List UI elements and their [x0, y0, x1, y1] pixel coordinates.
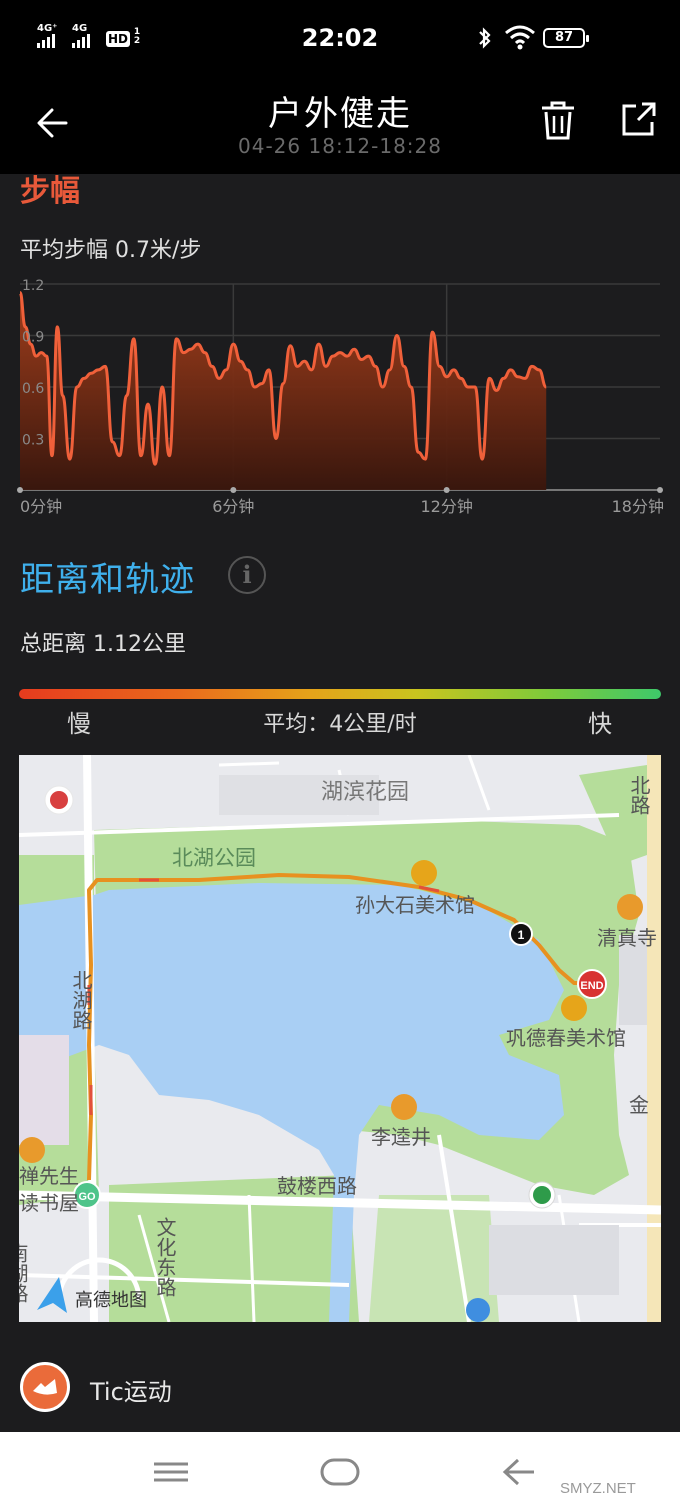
speed-fast-label: 快	[588, 710, 612, 738]
home-nav-button[interactable]	[315, 1452, 365, 1492]
share-icon	[622, 102, 656, 136]
svg-text:南湖路: 南湖路	[19, 1243, 29, 1303]
y-tick-label: 1.2	[22, 278, 44, 294]
svg-text:北湖路: 北湖路	[69, 970, 93, 1030]
map-canvas: GO 1 END 湖滨花园 北湖公园 孙大石美术馆 清真寺 巩德春美术馆 金 李…	[19, 755, 661, 1322]
trash-icon	[542, 101, 574, 140]
route-map[interactable]: GO 1 END 湖滨花园 北湖公园 孙大石美术馆 清真寺 巩德春美术馆 金 李…	[19, 755, 661, 1322]
svg-text:文化东路: 文化东路	[153, 1217, 177, 1297]
info-icon[interactable]: i	[228, 556, 266, 594]
stride-section-title: 步幅	[20, 174, 80, 209]
total-distance: 总距离 1.12公里	[20, 632, 186, 657]
speed-gradient-bar	[19, 689, 661, 699]
share-button[interactable]	[616, 98, 660, 142]
distance-section-title: 距离和轨迹	[20, 560, 195, 600]
svg-text:孙大石美术馆: 孙大石美术馆	[355, 893, 475, 917]
stride-average: 平均步幅 0.7米/步	[20, 238, 202, 263]
source-app-name: Tic运动	[90, 1378, 172, 1406]
svg-text:金: 金	[629, 1093, 649, 1117]
watermark: SMYZ.NET	[560, 1480, 636, 1497]
hospital-icon	[50, 791, 68, 809]
svg-text:1: 1	[518, 928, 525, 942]
back-nav-button[interactable]	[496, 1452, 546, 1492]
svg-text:清真寺: 清真寺	[597, 926, 657, 950]
wifi-icon	[504, 24, 536, 54]
svg-text:巩德春美术馆: 巩德春美术馆	[506, 1026, 626, 1050]
delete-button[interactable]	[536, 98, 580, 144]
stride-chart: 0.3 0.6 0.9 1.2 0分钟 6分钟 12分钟 18分钟	[17, 278, 664, 516]
bluetooth-icon	[476, 26, 494, 56]
svg-text:北路: 北路	[627, 775, 651, 815]
x-tick-mark	[230, 487, 237, 493]
y-tick-label: 0.9	[22, 330, 44, 346]
menu-icon	[154, 1462, 188, 1482]
x-tick-label: 18分钟	[612, 497, 664, 516]
y-tick-label: 0.6	[22, 381, 44, 397]
app-header: 户外健走 04-26 18:12-18:28	[0, 80, 680, 174]
x-tick-label: 12分钟	[420, 497, 472, 516]
system-nav-bar	[0, 1432, 680, 1511]
home-icon	[320, 1458, 360, 1486]
x-tick-mark	[17, 487, 23, 493]
svg-text:高德地图: 高德地图	[75, 1290, 147, 1311]
svg-text:鼓楼西路: 鼓楼西路	[277, 1174, 357, 1198]
svg-text:北湖公园: 北湖公园	[172, 846, 256, 870]
x-tick-label: 0分钟	[20, 497, 62, 516]
status-bar: 4G⁺ 4G HD 1 2 22:02 87	[0, 0, 680, 80]
menu-nav-button[interactable]	[146, 1452, 196, 1492]
speed-average-label: 平均：4公里/时	[263, 712, 417, 737]
svg-text:END: END	[580, 980, 603, 992]
y-tick-label: 0.3	[22, 433, 44, 449]
svg-text:李逵井: 李逵井	[371, 1125, 431, 1149]
back-nav-icon	[502, 1458, 534, 1486]
battery-indicator: 87	[543, 28, 589, 48]
tic-app-logo-icon	[20, 1362, 70, 1412]
x-tick-mark	[443, 487, 450, 493]
stride-area	[20, 292, 547, 490]
svg-text:湖滨花园: 湖滨花园	[321, 780, 409, 805]
x-tick-label: 6分钟	[212, 497, 254, 516]
svg-text:禅先生: 禅先生	[19, 1164, 79, 1188]
svg-text:读书屋: 读书屋	[19, 1191, 79, 1215]
svg-text:GO: GO	[78, 1191, 96, 1203]
x-tick-mark	[657, 487, 663, 493]
